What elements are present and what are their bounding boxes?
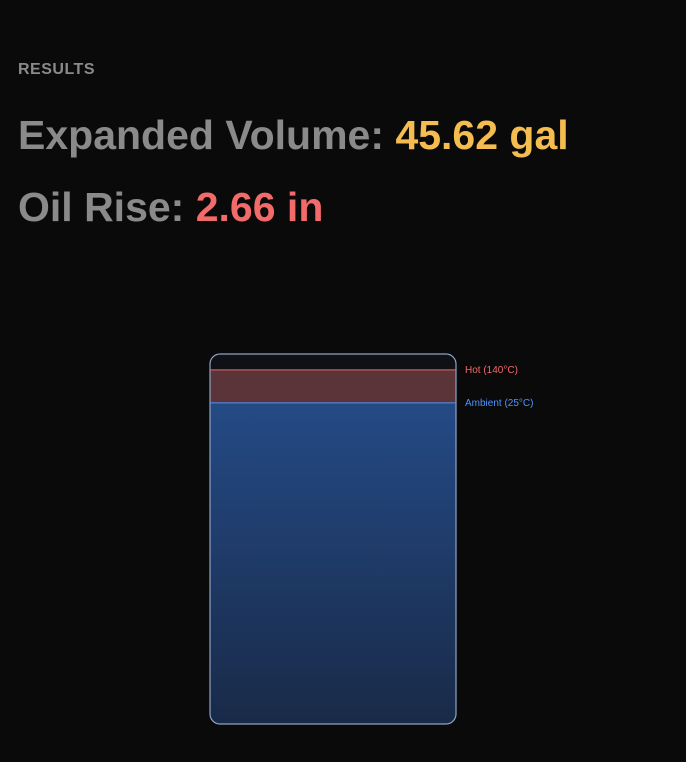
oil-rise-label: Oil Rise:: [18, 184, 185, 230]
oil-rise-value: 2.66 in: [195, 184, 324, 230]
expanded-volume-value: 45.62 gal: [395, 112, 569, 158]
expanded-volume-label: Expanded Volume:: [18, 112, 385, 158]
tank-outline: [209, 353, 457, 725]
ambient-level-label: Ambient (25°C): [465, 398, 533, 409]
hot-level-label: Hot (140°C): [465, 365, 518, 376]
expanded-volume-row: Expanded Volume: 45.62 gal: [18, 112, 569, 159]
oil-fill: [210, 402, 456, 724]
expansion-band: [210, 369, 456, 403]
tank-contents: [210, 354, 456, 724]
results-page: RESULTS Expanded Volume: 45.62 gal Oil R…: [0, 0, 686, 762]
results-heading: RESULTS: [18, 61, 95, 78]
oil-rise-row: Oil Rise: 2.66 in: [18, 184, 323, 231]
tank-empty-space: [210, 354, 456, 724]
